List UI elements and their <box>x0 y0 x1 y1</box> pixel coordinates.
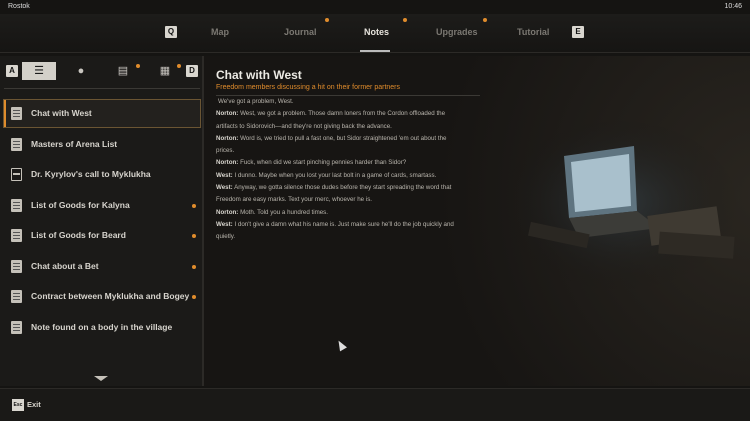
speaker: West: <box>216 171 233 179</box>
new-dot <box>192 204 196 208</box>
tab-tutorial[interactable]: Tutorial <box>517 27 549 37</box>
list-item[interactable]: Note found on a body in the village <box>4 314 200 341</box>
document-icon <box>11 260 22 273</box>
key-hint-d[interactable]: D <box>186 65 198 77</box>
line-text: West, we got a problem. Those damn loner… <box>216 110 446 130</box>
filter-notes-dot <box>136 64 140 68</box>
list-item[interactable]: Dr. Kyrylov's call to Myklukha <box>4 161 200 188</box>
status-bar: Rostok 10:46 <box>0 0 750 14</box>
list-icon: ☰ <box>34 65 44 77</box>
note-icon: ▤ <box>117 65 129 77</box>
line-text: I don't give a damn what his name is. Ju… <box>216 220 454 241</box>
note-body: We've got a problem, West. Norton: West,… <box>216 96 466 244</box>
list-item-label: Dr. Kyrylov's call to Myklukha <box>31 169 151 179</box>
new-dot <box>192 234 196 238</box>
audio-icon <box>11 168 22 181</box>
line-text: Word is, we tried to pull a fast one, bu… <box>216 134 447 155</box>
new-dot <box>192 265 196 269</box>
list-item-label: Contract between Myklukha and Bogey <box>31 291 190 301</box>
clock-label: 10:46 <box>724 3 742 10</box>
list-item[interactable]: Contract between Myklukha and Bogey <box>4 283 200 310</box>
line-text: Fuck, when did we start pinching pennies… <box>238 159 407 167</box>
exclamation-icon: ● <box>77 65 85 77</box>
list-item[interactable]: Chat about a Bet <box>4 253 200 280</box>
dialogue-line: West: I dunno. Maybe when you lost your … <box>216 170 466 182</box>
filter-bar: A ☰ ● ▤ ▦ D <box>0 56 202 88</box>
tab-journal[interactable]: Journal <box>284 27 317 37</box>
document-icon <box>11 321 22 334</box>
speaker: Norton: <box>216 110 239 118</box>
dialogue-line: West: Anyway, we gotta silence those dud… <box>216 182 466 207</box>
dialogue-line: West: I don't give a damn what his name … <box>216 219 466 244</box>
speaker: Norton: <box>216 134 239 142</box>
key-hint-a[interactable]: A <box>6 65 18 77</box>
list-item-label: Masters of Arena List <box>31 139 118 149</box>
top-nav: Q Map Journal Notes Upgrades Tutorial E <box>0 14 750 53</box>
document-icon <box>11 138 22 151</box>
list-item-label: List of Goods for Beard <box>31 230 126 240</box>
tab-upgrades[interactable]: Upgrades <box>436 27 478 37</box>
filter-all-button[interactable]: ☰ <box>22 62 56 80</box>
filter-important-button[interactable]: ● <box>64 62 98 80</box>
laptop-illustration <box>509 121 739 301</box>
document-icon <box>11 290 22 303</box>
line-text: I dunno. Maybe when you lost your last b… <box>232 171 437 179</box>
list-item[interactable]: Chat with West <box>3 99 201 128</box>
key-hint-esc[interactable]: Esc <box>12 399 24 411</box>
list-item-label: Note found on a body in the village <box>31 322 173 332</box>
list-item-label: List of Goods for Kalyna <box>31 200 130 210</box>
journal-new-dot <box>325 18 329 22</box>
tab-notes[interactable]: Notes <box>364 27 389 37</box>
carrier-label: Rostok <box>8 3 30 10</box>
document-icon <box>11 229 22 242</box>
speaker: Norton: <box>216 159 239 167</box>
active-tab-underline <box>360 50 390 52</box>
note-subtitle: Freedom members discussing a hit on thei… <box>216 84 401 91</box>
notes-new-dot <box>403 18 407 22</box>
line-text: Moth. Told you a hundred times. <box>238 208 328 216</box>
note-title: Chat with West <box>216 68 302 82</box>
list-item[interactable]: List of Goods for Kalyna <box>4 192 200 219</box>
dialogue-line: Norton: Word is, we tried to pull a fast… <box>216 133 466 158</box>
dialogue-line: Norton: West, we got a problem. Those da… <box>216 108 466 133</box>
speaker: Norton: <box>216 208 239 216</box>
mouse-cursor-icon <box>335 338 347 352</box>
selection-bar <box>4 100 6 127</box>
speaker: West: <box>216 220 233 228</box>
document-icon <box>11 107 22 120</box>
dialogue-line: Norton: Moth. Told you a hundred times. <box>216 207 466 219</box>
map-note-icon: ▦ <box>159 65 171 77</box>
upgrades-new-dot <box>483 18 487 22</box>
bottom-bar: Esc Exit <box>0 388 750 421</box>
note-intro: We've got a problem, West. <box>218 98 294 105</box>
dialogue-line: Norton: Fuck, when did we start pinching… <box>216 157 466 169</box>
key-hint-e[interactable]: E <box>572 26 584 38</box>
list-item[interactable]: List of Goods for Beard <box>4 222 200 249</box>
note-content: Chat with West Freedom members discussin… <box>204 56 750 386</box>
filter-maps-dot <box>177 64 181 68</box>
exit-button[interactable]: Exit <box>27 400 41 409</box>
tab-map[interactable]: Map <box>211 27 229 37</box>
speaker: West: <box>216 184 233 192</box>
notes-list-panel: A ☰ ● ▤ ▦ D Chat with West Masters of Ar… <box>0 56 204 386</box>
list-item-label: Chat with West <box>31 108 92 118</box>
scroll-down-icon[interactable] <box>94 376 108 381</box>
document-icon <box>11 199 22 212</box>
filter-notes-button[interactable]: ▤ <box>106 62 140 80</box>
new-dot <box>192 295 196 299</box>
line-text: Anyway, we gotta silence those dudes bef… <box>216 184 452 204</box>
key-hint-q[interactable]: Q <box>165 26 177 38</box>
list-item-label: Chat about a Bet <box>31 261 99 271</box>
list-item[interactable]: Masters of Arena List <box>4 131 200 158</box>
filter-separator <box>4 88 200 89</box>
